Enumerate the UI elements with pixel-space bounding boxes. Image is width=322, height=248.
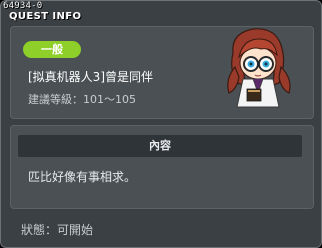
quest-status: 狀態：可開始 <box>21 223 94 237</box>
content-text: 匹比好像有事相求。 <box>28 170 137 184</box>
recommended-level: 建議等級：101～105 <box>28 93 136 106</box>
quest-id: 64934-0 <box>3 1 43 11</box>
npc-girl-portrait-icon <box>227 28 291 108</box>
quest-name: [拟真机器人3]曾是同伴 <box>28 70 153 84</box>
quest-type-badge: 一般 <box>23 41 81 58</box>
quest-info-window: 64934-0 QUEST INFO 一般 [拟真机器人3]曾是同伴 建議等級：… <box>0 0 322 248</box>
window-title: QUEST INFO <box>9 11 82 22</box>
content-header: 內容 <box>18 135 302 157</box>
